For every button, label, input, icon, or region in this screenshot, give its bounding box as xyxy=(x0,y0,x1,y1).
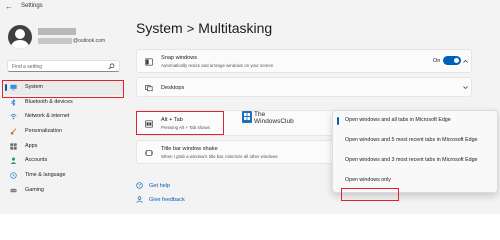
breadcrumb: System > Multitasking xyxy=(136,20,272,36)
svg-text:?: ? xyxy=(138,183,141,188)
shake-icon xyxy=(145,150,153,156)
get-help-link[interactable]: ? Get help xyxy=(136,182,170,189)
watermark: The WindowsClub xyxy=(242,111,294,125)
search-icon xyxy=(108,63,115,70)
dropdown-option[interactable]: Open windows and 3 most recent tabs in M… xyxy=(333,154,499,168)
search-box[interactable] xyxy=(7,60,120,72)
give-feedback-link[interactable]: Give feedback xyxy=(136,196,185,203)
snap-toggle-label: On xyxy=(433,58,441,64)
chevron-up-icon[interactable] xyxy=(462,58,469,65)
account-email-suffix: @outlook.com xyxy=(73,38,106,44)
highlight-box-alt-tab xyxy=(136,111,224,135)
snap-windows-row[interactable]: Snap windows Automatically resize and ar… xyxy=(136,49,472,73)
watermark-line2: WindowsClub xyxy=(254,118,294,125)
sidebar-item-label: Apps xyxy=(25,142,38,149)
settings-window: ← Settings @outlook.com System Bluetooth… xyxy=(0,0,500,214)
sidebar-item-time-language[interactable]: Time & language xyxy=(4,168,124,183)
sidebar-item-label: Accounts xyxy=(25,157,48,164)
sidebar-item-gaming[interactable]: Gaming xyxy=(4,183,124,198)
highlight-box-windows-only xyxy=(341,188,399,201)
page-title: Multitasking xyxy=(198,20,273,36)
breadcrumb-parent[interactable]: System xyxy=(136,20,183,36)
snap-windows-subtitle: Automatically resize and arrange windows… xyxy=(161,63,274,68)
person-icon xyxy=(10,157,17,165)
search-input[interactable] xyxy=(12,63,107,70)
desktops-row[interactable]: Desktops xyxy=(136,77,472,97)
sidebar-item-network[interactable]: Network & internet xyxy=(4,109,124,124)
sidebar-item-label: Time & language xyxy=(25,172,66,179)
watermark-line1: The xyxy=(254,111,266,118)
title-bar-shake-title: Title bar window shake xyxy=(161,146,218,152)
dropdown-option[interactable]: Open windows and all tabs in Microsoft E… xyxy=(333,114,499,128)
dropdown-option-windows-only[interactable]: Open windows only xyxy=(333,174,499,188)
gamepad-icon xyxy=(10,188,17,193)
avatar xyxy=(8,25,32,49)
feedback-icon xyxy=(136,196,143,203)
chevron-down-icon[interactable] xyxy=(462,84,469,91)
sidebar-item-label: Gaming xyxy=(25,186,44,193)
title-bar: ← Settings xyxy=(0,0,500,14)
account-name-redacted xyxy=(38,28,76,35)
back-arrow-icon[interactable]: ← xyxy=(5,2,13,11)
sidebar-item-label: Bluetooth & devices xyxy=(25,98,73,105)
sidebar-item-personalization[interactable]: Personalization xyxy=(4,124,124,139)
highlight-box-system xyxy=(2,80,124,98)
dropdown-option[interactable]: Open windows and 5 most recent tabs in M… xyxy=(333,134,499,148)
bluetooth-icon xyxy=(11,98,16,106)
sidebar-item-label: Personalization xyxy=(25,128,62,135)
snap-windows-title: Snap windows xyxy=(161,55,198,61)
alt-tab-dropdown[interactable]: Open windows and all tabs in Microsoft E… xyxy=(332,110,498,193)
clock-icon xyxy=(10,172,17,179)
snap-icon xyxy=(145,58,153,66)
desktops-title: Desktops xyxy=(161,85,185,91)
desktops-icon xyxy=(145,85,153,92)
sidebar-item-apps[interactable]: Apps xyxy=(4,139,124,154)
title-bar-shake-subtitle: When I grab a window's title bar, minimi… xyxy=(161,154,278,159)
account-email-redacted xyxy=(38,38,72,44)
network-icon xyxy=(10,114,17,120)
windowsclub-logo-icon xyxy=(242,111,252,123)
snap-windows-toggle[interactable] xyxy=(443,56,461,65)
brush-icon xyxy=(10,128,17,135)
breadcrumb-separator: > xyxy=(186,21,195,36)
sidebar-item-label: Network & internet xyxy=(25,113,70,120)
sidebar-item-accounts[interactable]: Accounts xyxy=(4,153,124,168)
help-icon: ? xyxy=(136,182,143,189)
apps-icon xyxy=(10,143,17,150)
app-title: Settings xyxy=(21,3,43,9)
